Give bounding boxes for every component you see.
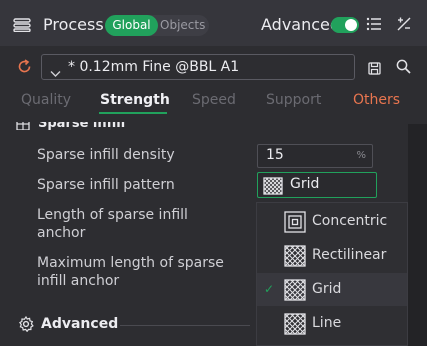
tab-quality[interactable]: Quality (21, 92, 71, 108)
density-unit: % (356, 150, 366, 161)
advanced-section-title: Advanced (41, 316, 119, 332)
option-line[interactable]: Line (257, 307, 407, 340)
pattern-dropdown-list: Concentric Rectilinear Grid Line (256, 202, 408, 346)
preset-value: * 0.12mm Fine @BBL A1 (68, 59, 240, 75)
option-rectilinear[interactable]: Rectilinear (257, 239, 407, 272)
option-label: Grid (312, 281, 342, 297)
chevron-down-icon (50, 63, 61, 82)
process-title: Process (43, 15, 104, 34)
option-concentric[interactable]: Concentric (257, 205, 407, 238)
settings-tabs: Quality Strength Speed Support Others (0, 92, 427, 116)
compare-icon[interactable] (396, 16, 412, 36)
scroll-clip (0, 115, 427, 122)
advanced-toggle[interactable] (331, 17, 359, 33)
reset-icon[interactable] (17, 59, 32, 78)
option-label: Line (312, 315, 342, 331)
option-label: Rectilinear (312, 247, 387, 263)
tab-others[interactable]: Others (353, 92, 400, 108)
sparse-infill-density-input[interactable]: 15 % (257, 144, 373, 168)
option-label: Concentric (312, 213, 388, 229)
sparse-infill-pattern-select[interactable]: Grid (257, 172, 377, 198)
scope-objects-tab[interactable]: Objects (160, 15, 208, 36)
selected-checkmark-icon: ✓ (264, 282, 275, 296)
section-divider (120, 325, 250, 326)
anchor-label-line1: Length of sparse infill (37, 207, 188, 223)
save-icon[interactable] (368, 60, 381, 79)
grid-pattern-icon (284, 279, 306, 305)
concentric-pattern-icon (284, 211, 306, 237)
scope-switch[interactable]: Global Objects (105, 15, 209, 36)
search-icon[interactable] (396, 59, 411, 78)
advanced-toggle-label: Advanced (261, 15, 341, 34)
tab-support[interactable]: Support (266, 92, 321, 108)
density-value: 15 (266, 147, 284, 163)
tab-speed[interactable]: Speed (192, 92, 236, 108)
rectilinear-pattern-icon (284, 245, 306, 271)
pattern-value: Grid (290, 176, 320, 192)
max-anchor-label-line1: Maximum length of sparse (37, 255, 224, 271)
process-preset-select[interactable]: * 0.12mm Fine @BBL A1 (41, 54, 355, 80)
tab-strength[interactable]: Strength (100, 92, 170, 108)
process-icon (13, 17, 31, 36)
anchor-label-line2: anchor (37, 225, 86, 241)
grid-pattern-icon (263, 177, 283, 199)
density-label: Sparse infill density (37, 147, 175, 163)
line-pattern-icon (284, 313, 306, 339)
list-icon[interactable] (366, 16, 382, 35)
side-panel-edge (408, 124, 427, 346)
process-header: Process Global Objects Advanced (0, 0, 427, 46)
max-anchor-label-line2: infill anchor (37, 273, 120, 289)
scope-global-tab[interactable]: Global (105, 15, 158, 36)
option-grid[interactable]: Grid (257, 273, 407, 306)
gear-icon (18, 315, 34, 336)
pattern-label: Sparse infill pattern (37, 177, 175, 193)
